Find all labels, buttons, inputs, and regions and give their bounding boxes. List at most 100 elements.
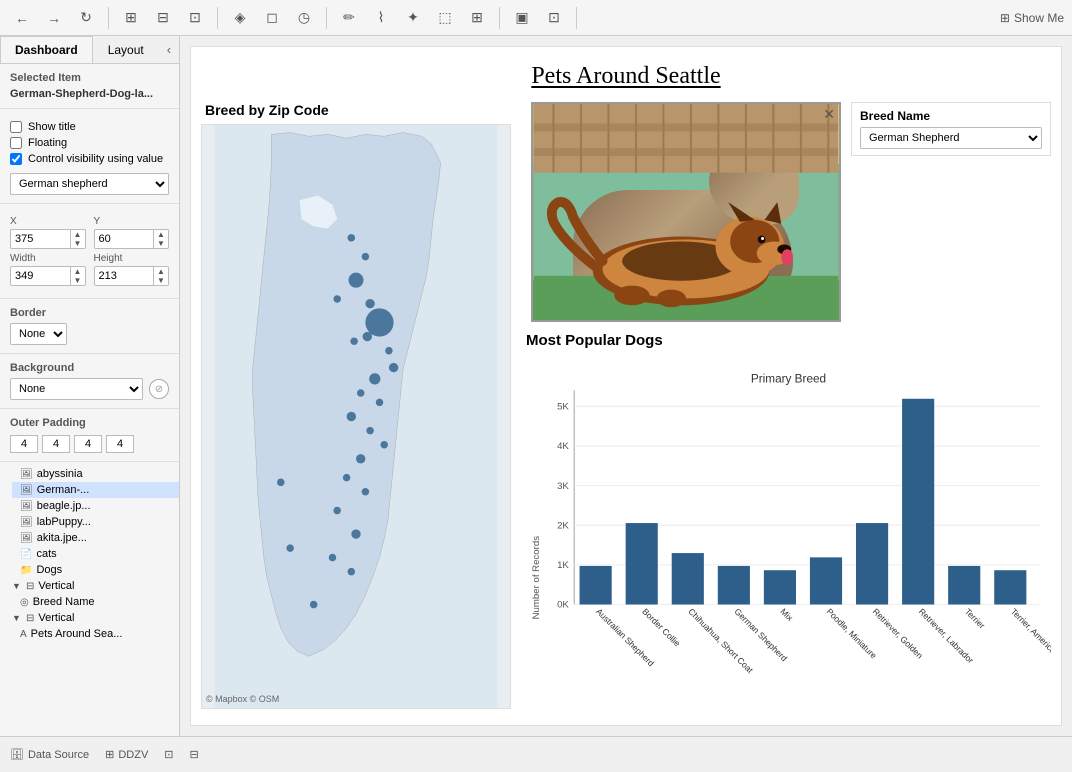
x-input[interactable] bbox=[11, 231, 70, 247]
border-select[interactable]: None bbox=[10, 323, 67, 345]
breed-dropdown[interactable]: German shepherd bbox=[10, 173, 169, 195]
chart-section-title: Most Popular Dogs bbox=[526, 332, 1051, 349]
height-down[interactable]: ▼ bbox=[154, 276, 168, 285]
toolbar-btn-8[interactable]: ⌇ bbox=[367, 5, 395, 31]
border-section: Border None bbox=[0, 299, 179, 354]
status-icon-1[interactable]: ⊡ bbox=[164, 748, 173, 761]
show-me-icon: ⊞ bbox=[1000, 11, 1010, 25]
tree-item-beagle[interactable]: 🖼 beagle.jp... bbox=[12, 498, 179, 514]
tree-item-pets-around[interactable]: A Pets Around Sea... bbox=[12, 626, 179, 642]
y-up[interactable]: ▲ bbox=[154, 230, 168, 239]
tree-item-abyssinia[interactable]: 🖼 abyssinia bbox=[12, 466, 179, 482]
show-title-label: Show title bbox=[28, 121, 76, 133]
tree-icon-german-shepherd: 🖼 bbox=[20, 485, 33, 496]
control-visibility-checkbox[interactable] bbox=[10, 153, 22, 165]
map-attribution: © Mapbox © OSM bbox=[206, 694, 279, 704]
tree-label-cats: cats bbox=[36, 548, 56, 560]
tab-close-button[interactable]: ‹ bbox=[159, 36, 179, 63]
x-down[interactable]: ▼ bbox=[71, 239, 85, 248]
padding-bottom[interactable] bbox=[74, 435, 102, 453]
status-bar: 🗄 Data Source ⊞ DDZV ⊡ ⊟ bbox=[0, 736, 1072, 772]
show-me-button[interactable]: ⊞ Show Me bbox=[1000, 11, 1064, 25]
toolbar-btn-13[interactable]: ⊡ bbox=[540, 5, 568, 31]
toolbar-btn-3[interactable]: ⊡ bbox=[181, 5, 209, 31]
data-source-item[interactable]: 🗄 Data Source bbox=[10, 748, 89, 761]
padding-top[interactable] bbox=[10, 435, 38, 453]
floating-checkbox[interactable] bbox=[10, 137, 22, 149]
tree-label-beagle: beagle.jp... bbox=[37, 500, 91, 512]
padding-left[interactable] bbox=[106, 435, 134, 453]
back-button[interactable]: ← bbox=[8, 5, 36, 31]
dog-svg bbox=[533, 104, 839, 320]
show-title-checkbox[interactable] bbox=[10, 121, 22, 133]
background-row: None ⊘ bbox=[10, 378, 169, 400]
width-spinner: ▲ ▼ bbox=[70, 267, 85, 285]
bar-poodle bbox=[810, 557, 842, 604]
tree-icon-cats: 📄 bbox=[20, 549, 32, 560]
tree-item-breed-name[interactable]: ◎ Breed Name bbox=[12, 594, 179, 610]
x-up[interactable]: ▲ bbox=[71, 230, 85, 239]
breed-filter-select[interactable]: German Shepherd bbox=[860, 127, 1042, 149]
width-down[interactable]: ▼ bbox=[71, 276, 85, 285]
selected-item-section: Selected Item German-Shepherd-Dog-la... bbox=[0, 64, 179, 109]
padding-right[interactable] bbox=[42, 435, 70, 453]
popup-close-button[interactable]: ✕ bbox=[823, 106, 835, 123]
tree-icon-vertical-2: ⊟ bbox=[26, 613, 34, 624]
wh-row: Width ▲ ▼ Height ▲ bbox=[10, 253, 169, 286]
toolbar-btn-5[interactable]: ◻ bbox=[258, 5, 286, 31]
tree-item-german-shepherd[interactable]: 🖼 German-... bbox=[12, 482, 179, 498]
toolbar-btn-2[interactable]: ⊟ bbox=[149, 5, 177, 31]
tree-item-dogs[interactable]: 📁 Dogs bbox=[12, 562, 179, 578]
y-label: Y bbox=[94, 216, 170, 227]
tree-item-cats[interactable]: 📄 cats bbox=[12, 546, 179, 562]
tab-layout[interactable]: Layout bbox=[93, 36, 159, 63]
background-label: Background bbox=[10, 362, 169, 374]
width-up[interactable]: ▲ bbox=[71, 267, 85, 276]
y-input[interactable] bbox=[95, 231, 154, 247]
toolbar-btn-12[interactable]: ▣ bbox=[508, 5, 536, 31]
svg-text:Terrier: Terrier bbox=[963, 606, 987, 630]
y-down[interactable]: ▼ bbox=[154, 239, 168, 248]
sheet-label: DDZV bbox=[118, 749, 148, 761]
tree-icon-vertical-1: ⊟ bbox=[26, 581, 34, 592]
floating-row: Floating bbox=[10, 137, 169, 149]
x-label: X bbox=[10, 216, 86, 227]
toolbar-btn-11[interactable]: ⊞ bbox=[463, 5, 491, 31]
background-select[interactable]: None bbox=[10, 378, 143, 400]
toolbar-btn-7[interactable]: ✏ bbox=[335, 5, 363, 31]
tree-item-labpuppy[interactable]: 🖼 labPuppy... bbox=[12, 514, 179, 530]
y-spinner: ▲ ▼ bbox=[153, 230, 168, 248]
tree-label-breed-name: Breed Name bbox=[33, 596, 95, 608]
separator-3 bbox=[326, 7, 327, 29]
toolbar-btn-1[interactable]: ⊞ bbox=[117, 5, 145, 31]
chart-svg: Primary Breed Number of Records 0K 1K bbox=[526, 351, 1051, 708]
tree-item-vertical-1[interactable]: ▼ ⊟ Vertical bbox=[4, 578, 179, 594]
map-container[interactable]: .land{fill:#c8d8e8;stroke:#aaa;stroke-wi… bbox=[201, 124, 511, 709]
tree-item-vertical-2[interactable]: ▼ ⊟ Vertical bbox=[4, 610, 179, 626]
forward-button[interactable]: → bbox=[40, 5, 68, 31]
toolbar-btn-6[interactable]: ◷ bbox=[290, 5, 318, 31]
tree-icon-pets-around: A bbox=[20, 629, 27, 640]
dashboard-canvas: Pets Around Seattle Breed by Zip Code .l… bbox=[190, 46, 1062, 726]
chart-container: Primary Breed Number of Records 0K 1K bbox=[526, 351, 1051, 708]
status-icon-2[interactable]: ⊟ bbox=[190, 748, 199, 761]
height-up[interactable]: ▲ bbox=[154, 267, 168, 276]
height-input[interactable] bbox=[95, 268, 154, 284]
options-section: Show title Floating Control visibility u… bbox=[0, 109, 179, 204]
tree-label-labpuppy: labPuppy... bbox=[37, 516, 91, 528]
tree-item-akita[interactable]: 🖼 akita.jpe... bbox=[12, 530, 179, 546]
toolbar-btn-10[interactable]: ⬚ bbox=[431, 5, 459, 31]
database-icon: 🗄 bbox=[10, 748, 24, 761]
show-me-label: Show Me bbox=[1014, 11, 1064, 25]
tab-dashboard[interactable]: Dashboard bbox=[0, 36, 93, 63]
width-input[interactable] bbox=[11, 268, 70, 284]
tree-icon-beagle: 🖼 bbox=[20, 501, 33, 512]
refresh-button[interactable]: ↻ bbox=[72, 5, 100, 31]
control-visibility-label: Control visibility using value bbox=[28, 153, 163, 165]
color-picker-button[interactable]: ⊘ bbox=[149, 379, 169, 399]
chart-icon-1: ⊡ bbox=[164, 748, 173, 761]
toolbar-btn-9[interactable]: ✦ bbox=[399, 5, 427, 31]
sheet-item[interactable]: ⊞ DDZV bbox=[105, 748, 148, 761]
toolbar-btn-4[interactable]: ◈ bbox=[226, 5, 254, 31]
selected-label: Selected Item bbox=[10, 72, 169, 84]
